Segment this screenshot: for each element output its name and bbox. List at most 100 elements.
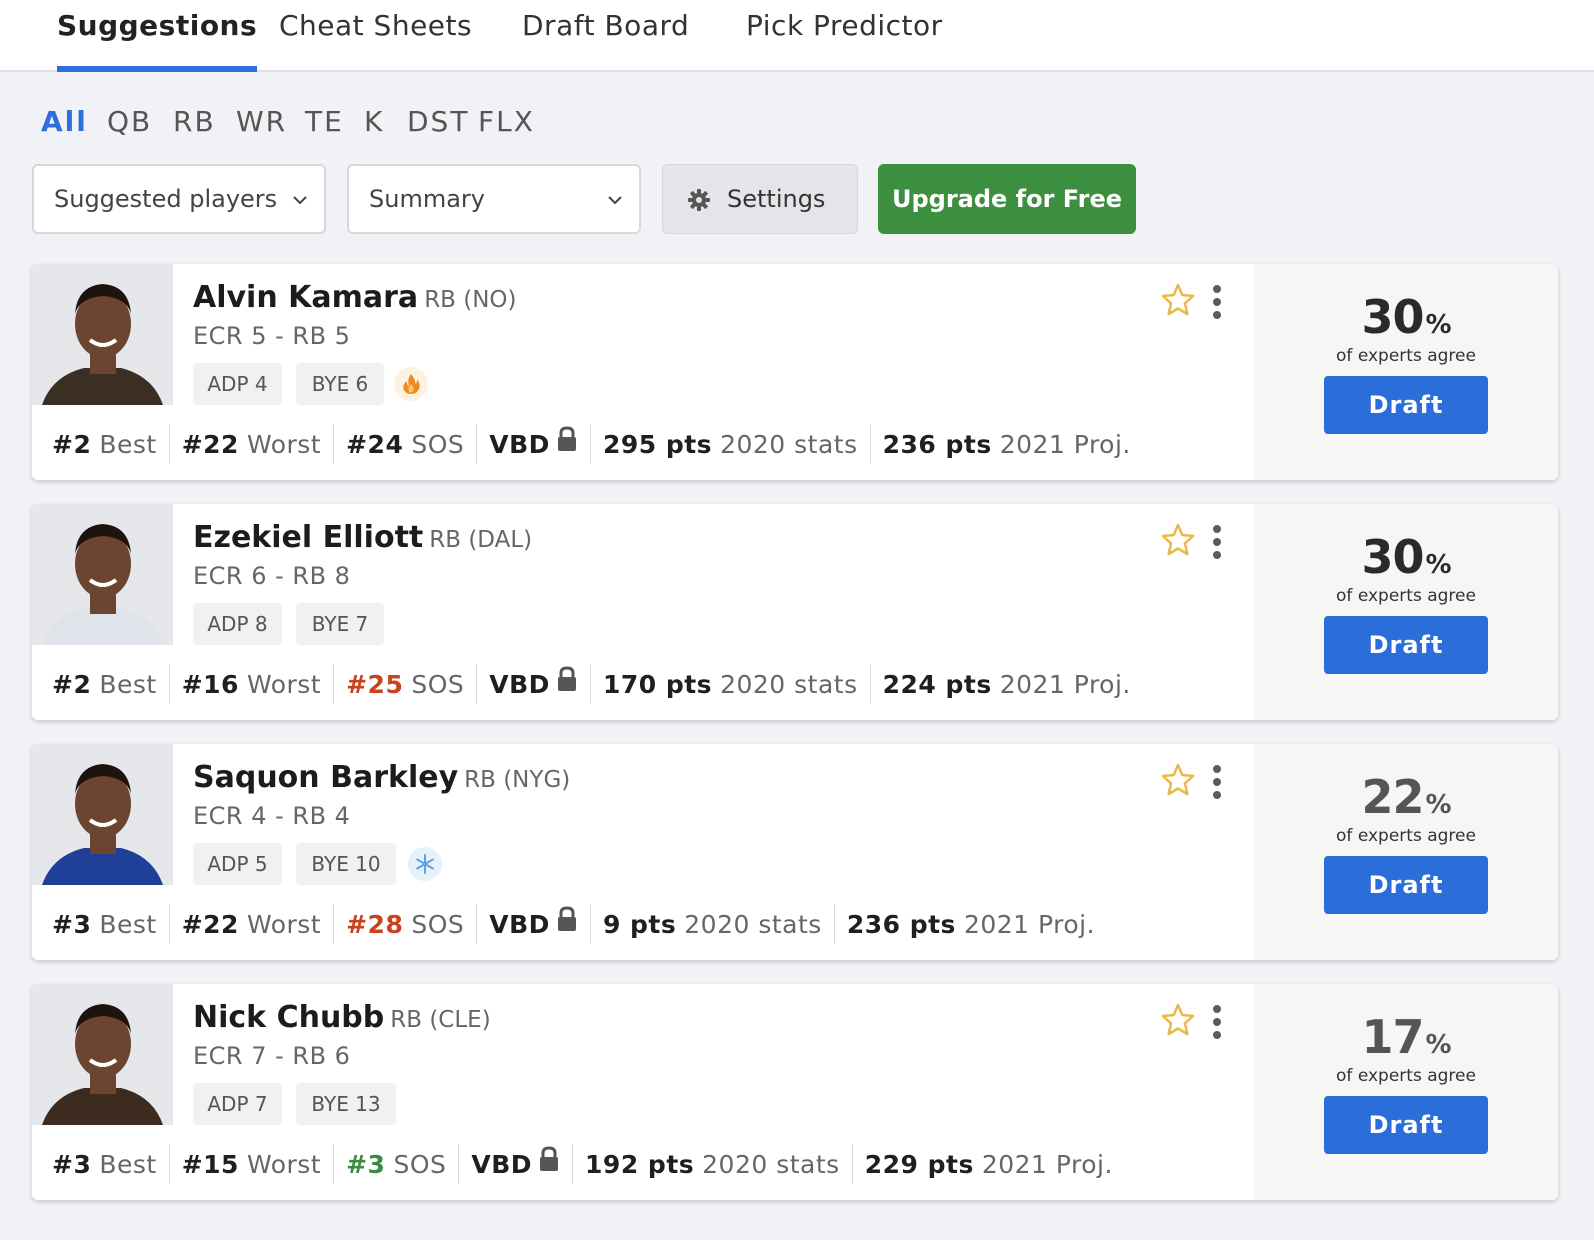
star-icon[interactable] bbox=[1160, 1002, 1196, 1038]
chevron-down-icon bbox=[293, 196, 307, 205]
filter-wr[interactable]: WR bbox=[236, 105, 287, 138]
gear-icon bbox=[688, 189, 710, 211]
expert-consensus-panel: 30% of experts agree Draft bbox=[1254, 264, 1558, 480]
sos-stat: #24 SOS bbox=[333, 424, 476, 464]
bye-chip: BYE 7 bbox=[296, 603, 384, 645]
best-rank-stat: #2 Best bbox=[52, 429, 157, 459]
worst-rank-stat: #15 Worst bbox=[168, 1144, 333, 1184]
player-stats-row: #2 Best #16 Worst #25 SOS VBD 170 pts 2020 s… bbox=[50, 664, 1143, 704]
expert-agree-percent: 30% bbox=[1361, 290, 1451, 344]
best-rank-stat: #2 Best bbox=[52, 669, 157, 699]
player-ecr: ECR 5 - RB 5 bbox=[193, 322, 351, 350]
draft-button[interactable]: Draft bbox=[1324, 856, 1488, 914]
player-stats-row: #3 Best #15 Worst #3 SOS VBD 192 pts 2020 st… bbox=[50, 1144, 1125, 1184]
filter-all[interactable]: All bbox=[41, 105, 88, 138]
filter-dst[interactable]: DST bbox=[407, 105, 469, 138]
chevron-down-icon bbox=[608, 196, 622, 205]
sos-stat: #28 SOS bbox=[333, 904, 476, 944]
star-icon[interactable] bbox=[1160, 762, 1196, 798]
player-photo bbox=[32, 504, 173, 645]
player-name[interactable]: Alvin Kamara RB (NO) bbox=[193, 280, 517, 315]
filter-te[interactable]: TE bbox=[305, 105, 344, 138]
worst-rank-stat: #22 Worst bbox=[168, 904, 333, 944]
player-position-team: RB (NO) bbox=[424, 287, 517, 313]
player-type-value: Suggested players bbox=[54, 185, 278, 213]
vbd-stat[interactable]: VBD bbox=[476, 424, 590, 464]
vbd-stat[interactable]: VBD bbox=[476, 904, 590, 944]
player-position-team: RB (DAL) bbox=[429, 527, 533, 553]
expert-agree-label: of experts agree bbox=[1336, 1066, 1476, 1086]
filter-rb[interactable]: RB bbox=[173, 105, 216, 138]
top-nav: Suggestions Cheat Sheets Draft Board Pic… bbox=[0, 0, 1594, 72]
fire-icon bbox=[394, 367, 428, 401]
best-rank-stat: #3 Best bbox=[52, 909, 157, 939]
draft-button[interactable]: Draft bbox=[1324, 1096, 1488, 1154]
stats-2020: 170 pts 2020 stats bbox=[589, 664, 870, 704]
draft-button[interactable]: Draft bbox=[1324, 376, 1488, 434]
upgrade-button[interactable]: Upgrade for Free bbox=[878, 164, 1136, 234]
best-rank-stat: #3 Best bbox=[52, 1149, 157, 1179]
more-options-icon[interactable] bbox=[1210, 284, 1224, 320]
player-type-select[interactable]: Suggested players bbox=[32, 164, 326, 234]
player-name[interactable]: Saquon Barkley RB (NYG) bbox=[193, 760, 570, 795]
tab-draft-board[interactable]: Draft Board bbox=[522, 0, 689, 72]
lock-icon bbox=[557, 426, 576, 451]
filter-k[interactable]: K bbox=[364, 105, 384, 138]
player-name[interactable]: Ezekiel Elliott RB (DAL) bbox=[193, 520, 532, 555]
expert-agree-label: of experts agree bbox=[1336, 826, 1476, 846]
expert-consensus-panel: 17% of experts agree Draft bbox=[1254, 984, 1558, 1200]
filter-qb[interactable]: QB bbox=[107, 105, 152, 138]
more-options-icon[interactable] bbox=[1210, 1004, 1224, 1040]
settings-button[interactable]: Settings bbox=[662, 164, 858, 234]
lock-icon bbox=[540, 1146, 559, 1171]
tab-pick-predictor[interactable]: Pick Predictor bbox=[746, 0, 943, 72]
star-icon[interactable] bbox=[1160, 282, 1196, 318]
expert-agree-label: of experts agree bbox=[1336, 346, 1476, 366]
proj-2021: 229 pts 2021 Proj. bbox=[851, 1144, 1125, 1184]
expert-agree-percent: 22% bbox=[1361, 770, 1451, 824]
vbd-stat[interactable]: VBD bbox=[476, 664, 590, 704]
player-card: Saquon Barkley RB (NYG) ECR 4 - RB 4 ADP … bbox=[32, 744, 1558, 960]
worst-rank-stat: #22 Worst bbox=[168, 424, 333, 464]
more-options-icon[interactable] bbox=[1210, 524, 1224, 560]
proj-2021: 224 pts 2021 Proj. bbox=[869, 664, 1143, 704]
expert-agree-percent: 30% bbox=[1361, 530, 1451, 584]
stats-2020: 9 pts 2020 stats bbox=[589, 904, 834, 944]
player-ecr: ECR 4 - RB 4 bbox=[193, 802, 351, 830]
tab-suggestions[interactable]: Suggestions bbox=[57, 0, 258, 72]
lock-icon bbox=[557, 666, 576, 691]
snowflake-icon bbox=[408, 847, 442, 881]
player-ecr: ECR 6 - RB 8 bbox=[193, 562, 351, 590]
vbd-stat[interactable]: VBD bbox=[458, 1144, 572, 1184]
settings-label: Settings bbox=[727, 185, 826, 213]
stats-2020: 192 pts 2020 stats bbox=[572, 1144, 852, 1184]
stats-2020: 295 pts 2020 stats bbox=[589, 424, 870, 464]
player-card: Ezekiel Elliott RB (DAL) ECR 6 - RB 8 ADP… bbox=[32, 504, 1558, 720]
player-stats-row: #3 Best #22 Worst #28 SOS VBD 9 pts 2020 sta… bbox=[50, 904, 1107, 944]
player-ecr: ECR 7 - RB 6 bbox=[193, 1042, 351, 1070]
tab-cheat-sheets[interactable]: Cheat Sheets bbox=[279, 0, 472, 72]
sos-stat: #3 SOS bbox=[333, 1144, 458, 1184]
draft-button[interactable]: Draft bbox=[1324, 616, 1488, 674]
view-select[interactable]: Summary bbox=[347, 164, 641, 234]
bye-chip: BYE 6 bbox=[296, 363, 384, 405]
lock-icon bbox=[557, 906, 576, 931]
bye-chip: BYE 13 bbox=[296, 1083, 396, 1125]
player-card: Nick Chubb RB (CLE) ECR 7 - RB 6 ADP 7 BY… bbox=[32, 984, 1558, 1200]
worst-rank-stat: #16 Worst bbox=[168, 664, 333, 704]
adp-chip: ADP 5 bbox=[193, 843, 282, 885]
sos-stat: #25 SOS bbox=[333, 664, 476, 704]
bye-chip: BYE 10 bbox=[296, 843, 396, 885]
player-position-team: RB (CLE) bbox=[390, 1007, 491, 1033]
player-stats-row: #2 Best #22 Worst #24 SOS VBD 295 pts 2020 s… bbox=[50, 424, 1143, 464]
more-options-icon[interactable] bbox=[1210, 764, 1224, 800]
player-photo bbox=[32, 264, 173, 405]
star-icon[interactable] bbox=[1160, 522, 1196, 558]
expert-consensus-panel: 30% of experts agree Draft bbox=[1254, 504, 1558, 720]
expert-agree-percent: 17% bbox=[1361, 1010, 1451, 1064]
adp-chip: ADP 8 bbox=[193, 603, 282, 645]
player-name[interactable]: Nick Chubb RB (CLE) bbox=[193, 1000, 491, 1035]
expert-agree-label: of experts agree bbox=[1336, 586, 1476, 606]
adp-chip: ADP 4 bbox=[193, 363, 282, 405]
filter-flx[interactable]: FLX bbox=[478, 105, 535, 138]
